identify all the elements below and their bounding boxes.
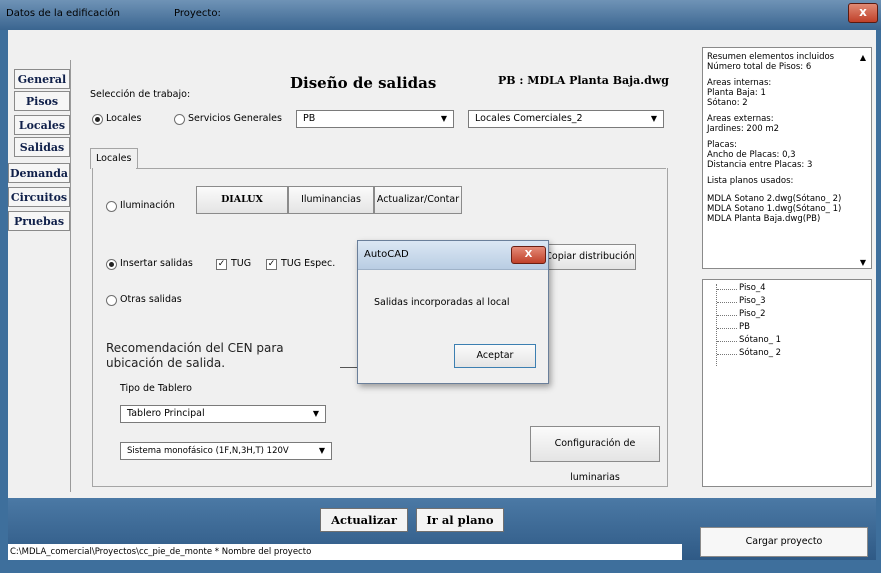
tree-branch bbox=[717, 328, 737, 330]
nav-tab-locales[interactable]: Locales bbox=[14, 115, 70, 135]
chevron-down-icon[interactable]: ▼ bbox=[315, 445, 329, 457]
dialog-close-button[interactable]: X bbox=[511, 246, 546, 264]
tree-branch bbox=[717, 302, 737, 304]
tree-branch bbox=[717, 315, 737, 317]
board-type-value: Tablero Principal bbox=[127, 408, 205, 419]
iluminancias-button[interactable]: Iluminancias bbox=[288, 186, 374, 214]
summary-line: Placas: bbox=[707, 140, 737, 150]
dialux-button[interactable]: DIALUX bbox=[196, 186, 288, 214]
tree-item[interactable]: Piso_3 bbox=[739, 296, 766, 306]
scroll-up-icon[interactable]: ▲ bbox=[857, 53, 869, 63]
board-type-combo[interactable]: Tablero Principal ▼ bbox=[120, 405, 326, 423]
ir-al-plano-button[interactable]: Ir al plano bbox=[416, 508, 504, 532]
radio-locales[interactable] bbox=[92, 114, 103, 125]
summary-textbox[interactable]: Resumen elementos incluidos Número total… bbox=[702, 47, 872, 269]
summary-line: Jardines: 200 m2 bbox=[707, 124, 780, 134]
radio-otras-label: Otras salidas bbox=[120, 294, 182, 305]
radio-insertar-salidas[interactable] bbox=[106, 259, 117, 270]
scroll-down-icon[interactable]: ▼ bbox=[857, 258, 869, 268]
subtab-locales-label: Locales bbox=[96, 153, 132, 164]
nav-tab-pruebas[interactable]: Pruebas bbox=[8, 211, 70, 231]
actualizar-contar-button[interactable]: Actualizar/Contar bbox=[374, 186, 462, 214]
locale-combo[interactable]: Locales Comerciales_2 ▼ bbox=[468, 110, 664, 128]
summary-line: Distancia entre Placas: 3 bbox=[707, 160, 813, 170]
summary-line: Areas internas: bbox=[707, 78, 772, 88]
floor-combo-value: PB bbox=[303, 113, 316, 124]
checkbox-tug-espec-label: TUG Espec. bbox=[281, 258, 336, 269]
chevron-down-icon[interactable]: ▼ bbox=[309, 408, 323, 420]
summary-line: Resumen elementos incluidos bbox=[707, 52, 835, 62]
chevron-down-icon[interactable]: ▼ bbox=[647, 113, 661, 125]
nav-tab-demanda[interactable]: Demanda bbox=[8, 163, 70, 183]
summary-line: Número total de Pisos: 6 bbox=[707, 62, 812, 72]
cen-recommendation: Recomendación del CEN para ubicación de … bbox=[106, 341, 284, 370]
summary-line: MDLA Planta Baja.dwg(PB) bbox=[707, 214, 821, 224]
summary-line: Areas externas: bbox=[707, 114, 774, 124]
nav-tab-pisos[interactable]: Pisos bbox=[14, 91, 70, 111]
cargar-proyecto-button[interactable]: Cargar proyecto bbox=[700, 527, 868, 557]
system-combo-value: Sistema monofásico (1F,N,3H,T) 120V bbox=[127, 446, 289, 456]
title-bar bbox=[0, 0, 881, 30]
board-type-label: Tipo de Tablero bbox=[120, 383, 192, 394]
radio-servicios-label: Servicios Generales bbox=[188, 113, 282, 124]
tree-branch bbox=[717, 289, 737, 291]
checkbox-tug[interactable]: ✓ bbox=[216, 259, 227, 270]
summary-line: Planta Baja: 1 bbox=[707, 88, 766, 98]
status-path: C:\MDLA_comercial\Proyectos\cc_pie_de_mo… bbox=[8, 544, 682, 560]
summary-line: MDLA Sotano 1.dwg(Sótano_ 1) bbox=[707, 204, 842, 214]
copiar-distribucion-button[interactable]: Copiar distribución bbox=[544, 244, 636, 270]
floor-combo[interactable]: PB ▼ bbox=[296, 110, 454, 128]
subtab-locales[interactable]: Locales bbox=[90, 148, 138, 169]
tree-branch bbox=[717, 354, 737, 356]
radio-locales-label: Locales bbox=[106, 113, 142, 124]
summary-line: Lista planos usados: bbox=[707, 176, 794, 186]
chevron-down-icon[interactable]: ▼ bbox=[437, 113, 451, 125]
dialog-message: Salidas incorporadas al local bbox=[374, 297, 510, 308]
recommendation-line bbox=[340, 367, 358, 368]
radio-iluminacion[interactable] bbox=[106, 201, 117, 212]
checkbox-tug-label: TUG bbox=[231, 258, 252, 269]
summary-line: Sótano: 2 bbox=[707, 98, 748, 108]
tree-item[interactable]: Sótano_ 2 bbox=[739, 348, 781, 358]
summary-line: Ancho de Placas: 0,3 bbox=[707, 150, 796, 160]
project-label: Proyecto: bbox=[174, 8, 221, 19]
dialog-title: AutoCAD bbox=[364, 249, 409, 260]
work-selection-label: Selección de trabajo: bbox=[90, 89, 191, 100]
radio-iluminacion-label: Iluminación bbox=[120, 200, 175, 211]
window-close-button[interactable]: x bbox=[848, 3, 878, 23]
panel-divider bbox=[136, 168, 666, 169]
page-title: Diseño de salidas bbox=[290, 74, 437, 92]
nav-tab-salidas[interactable]: Salidas bbox=[14, 137, 70, 157]
tree-item[interactable]: Piso_2 bbox=[739, 309, 766, 319]
checkbox-tug-espec[interactable]: ✓ bbox=[266, 259, 277, 270]
summary-line: MDLA Sotano 2.dwg(Sótano_ 2) bbox=[707, 194, 842, 204]
radio-otras-salidas[interactable] bbox=[106, 295, 117, 306]
system-combo[interactable]: Sistema monofásico (1F,N,3H,T) 120V ▼ bbox=[120, 442, 332, 460]
radio-insertar-label: Insertar salidas bbox=[120, 258, 193, 269]
nav-tab-general[interactable]: General bbox=[14, 69, 70, 89]
dialog-ok-button[interactable]: Aceptar bbox=[454, 344, 536, 368]
radio-servicios-generales[interactable] bbox=[174, 114, 185, 125]
locale-combo-value: Locales Comerciales_2 bbox=[475, 113, 583, 124]
config-luminarias-button[interactable]: Configuración de luminarias bbox=[530, 426, 660, 483]
summary-spacer bbox=[707, 186, 853, 194]
nav-tab-circuitos[interactable]: Circuitos bbox=[8, 187, 70, 207]
tree-item[interactable]: Piso_4 bbox=[739, 283, 766, 293]
autocad-dialog: AutoCAD X Salidas incorporadas al local … bbox=[357, 240, 549, 384]
tree-item[interactable]: Sótano_ 1 bbox=[739, 335, 781, 345]
window-title: Datos de la edificación bbox=[6, 8, 120, 19]
file-label: PB : MDLA Planta Baja.dwg bbox=[498, 74, 669, 87]
floor-tree[interactable]: Piso_4 Piso_3 Piso_2 PB Sótano_ 1 Sótano… bbox=[702, 279, 872, 487]
actualizar-button[interactable]: Actualizar bbox=[320, 508, 408, 532]
tree-item[interactable]: PB bbox=[739, 322, 750, 332]
tree-branch bbox=[717, 341, 737, 343]
